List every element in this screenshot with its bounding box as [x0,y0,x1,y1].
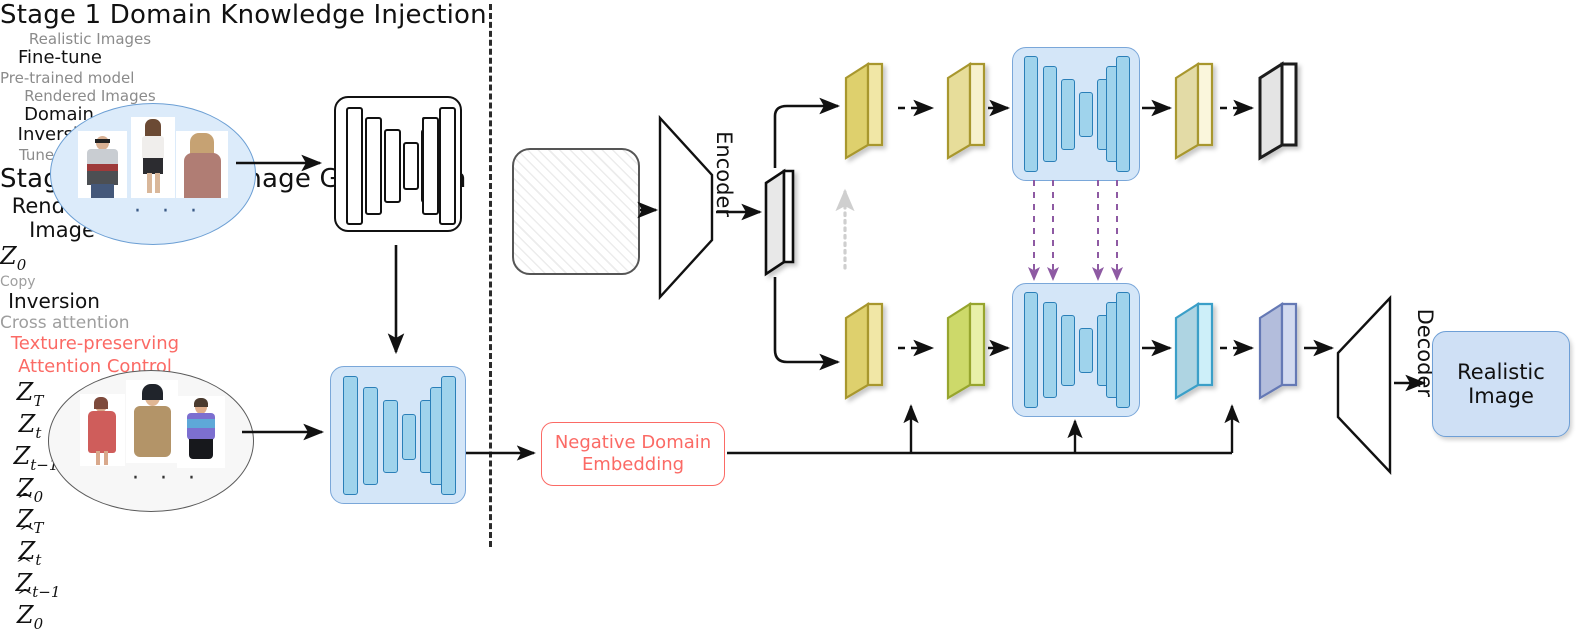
rendered-image-input-box [512,148,640,275]
unet-bar [1079,92,1093,137]
unet-bar [383,400,398,473]
encoder-trapezoid [658,114,714,301]
top-diffusion-unet [1012,47,1140,181]
cross-attention-bus [727,404,1240,455]
unet-bar [1061,79,1075,150]
realistic-image-line2: Image [1468,384,1534,408]
realistic-image-line1: Realistic [1457,359,1545,384]
z0-to-zt-branch [773,97,841,168]
unet-bar [428,117,432,121]
tuned-model-unet [330,366,466,504]
realistic-images-caption: Realistic Images [28,30,152,48]
top-latent-label-0: ZT [16,378,44,410]
unet-bar [365,117,382,215]
latent-slab-z0-top [1258,61,1298,161]
latent-slab-zT [844,61,884,160]
bottom-latent-label-2: Zt−1 [0,569,76,601]
unet-bar [363,387,378,485]
stage1-title: Stage 1 Domain Knowledge Injection [0,0,487,30]
unet-bar [1079,328,1093,373]
thumbnail-render-1 [80,394,125,466]
unet-bar [1024,292,1038,408]
unet-bar [422,117,426,121]
cross-attention-label: Cross attention [0,313,130,334]
fine-tune-label: Fine-tune [18,47,102,68]
pretrained-model-caption: Pre-trained model [0,68,135,87]
thumbnail-render-3 [177,396,225,468]
attention-control-line1: Texture-preserving [10,333,180,355]
thumbnail-render-2 [126,380,178,463]
unet-bar [403,142,419,190]
unet-bar [343,376,358,495]
unet-bar [1024,56,1038,172]
negative-domain-embedding-line1: Negative Domain [554,431,712,453]
unet-bar [402,414,416,460]
unet-bar [384,129,401,203]
realistic-image-output-box: Realistic Image [1432,331,1570,437]
inversion-label: Inversion [8,289,100,314]
unet-bar [441,376,456,495]
bottom-latent-label-3: Z0 [0,601,60,633]
latent-z0-subscript: 0 [16,256,27,275]
copy-label: Copy [0,274,36,291]
unet-bar [1043,302,1057,398]
negative-domain-embedding-box[interactable]: Negative Domain Embedding [541,422,725,486]
unet-bar [1043,66,1057,162]
latent-slab-zt [946,61,986,160]
latent-slab-zt1 [1174,61,1214,160]
rendered-images-dots: · · · [132,466,202,491]
negative-domain-embedding-line2: Embedding [581,454,685,475]
thumbnail-person-2 [131,117,175,198]
bottom-diffusion-unet [1012,283,1140,417]
latent-z0-base: Z [0,242,17,271]
thumbnail-person-1 [78,131,127,198]
unet-bar [421,129,438,203]
latent-z0-encoder-label: Z0 [0,242,40,274]
unet-bar [1116,292,1130,408]
thumbnail-person-3 [176,131,228,198]
realistic-images-dots: · · · [134,199,204,224]
rendered-images-caption: Rendered Images [24,86,156,105]
stage-divider [489,4,492,547]
unet-bar [1061,315,1075,386]
encoder-label: Encoder [711,131,736,217]
pretrained-model-unet [334,96,462,232]
unet-bar [346,107,363,225]
unet-bar [1116,56,1130,172]
attention-control-links [1028,180,1123,281]
